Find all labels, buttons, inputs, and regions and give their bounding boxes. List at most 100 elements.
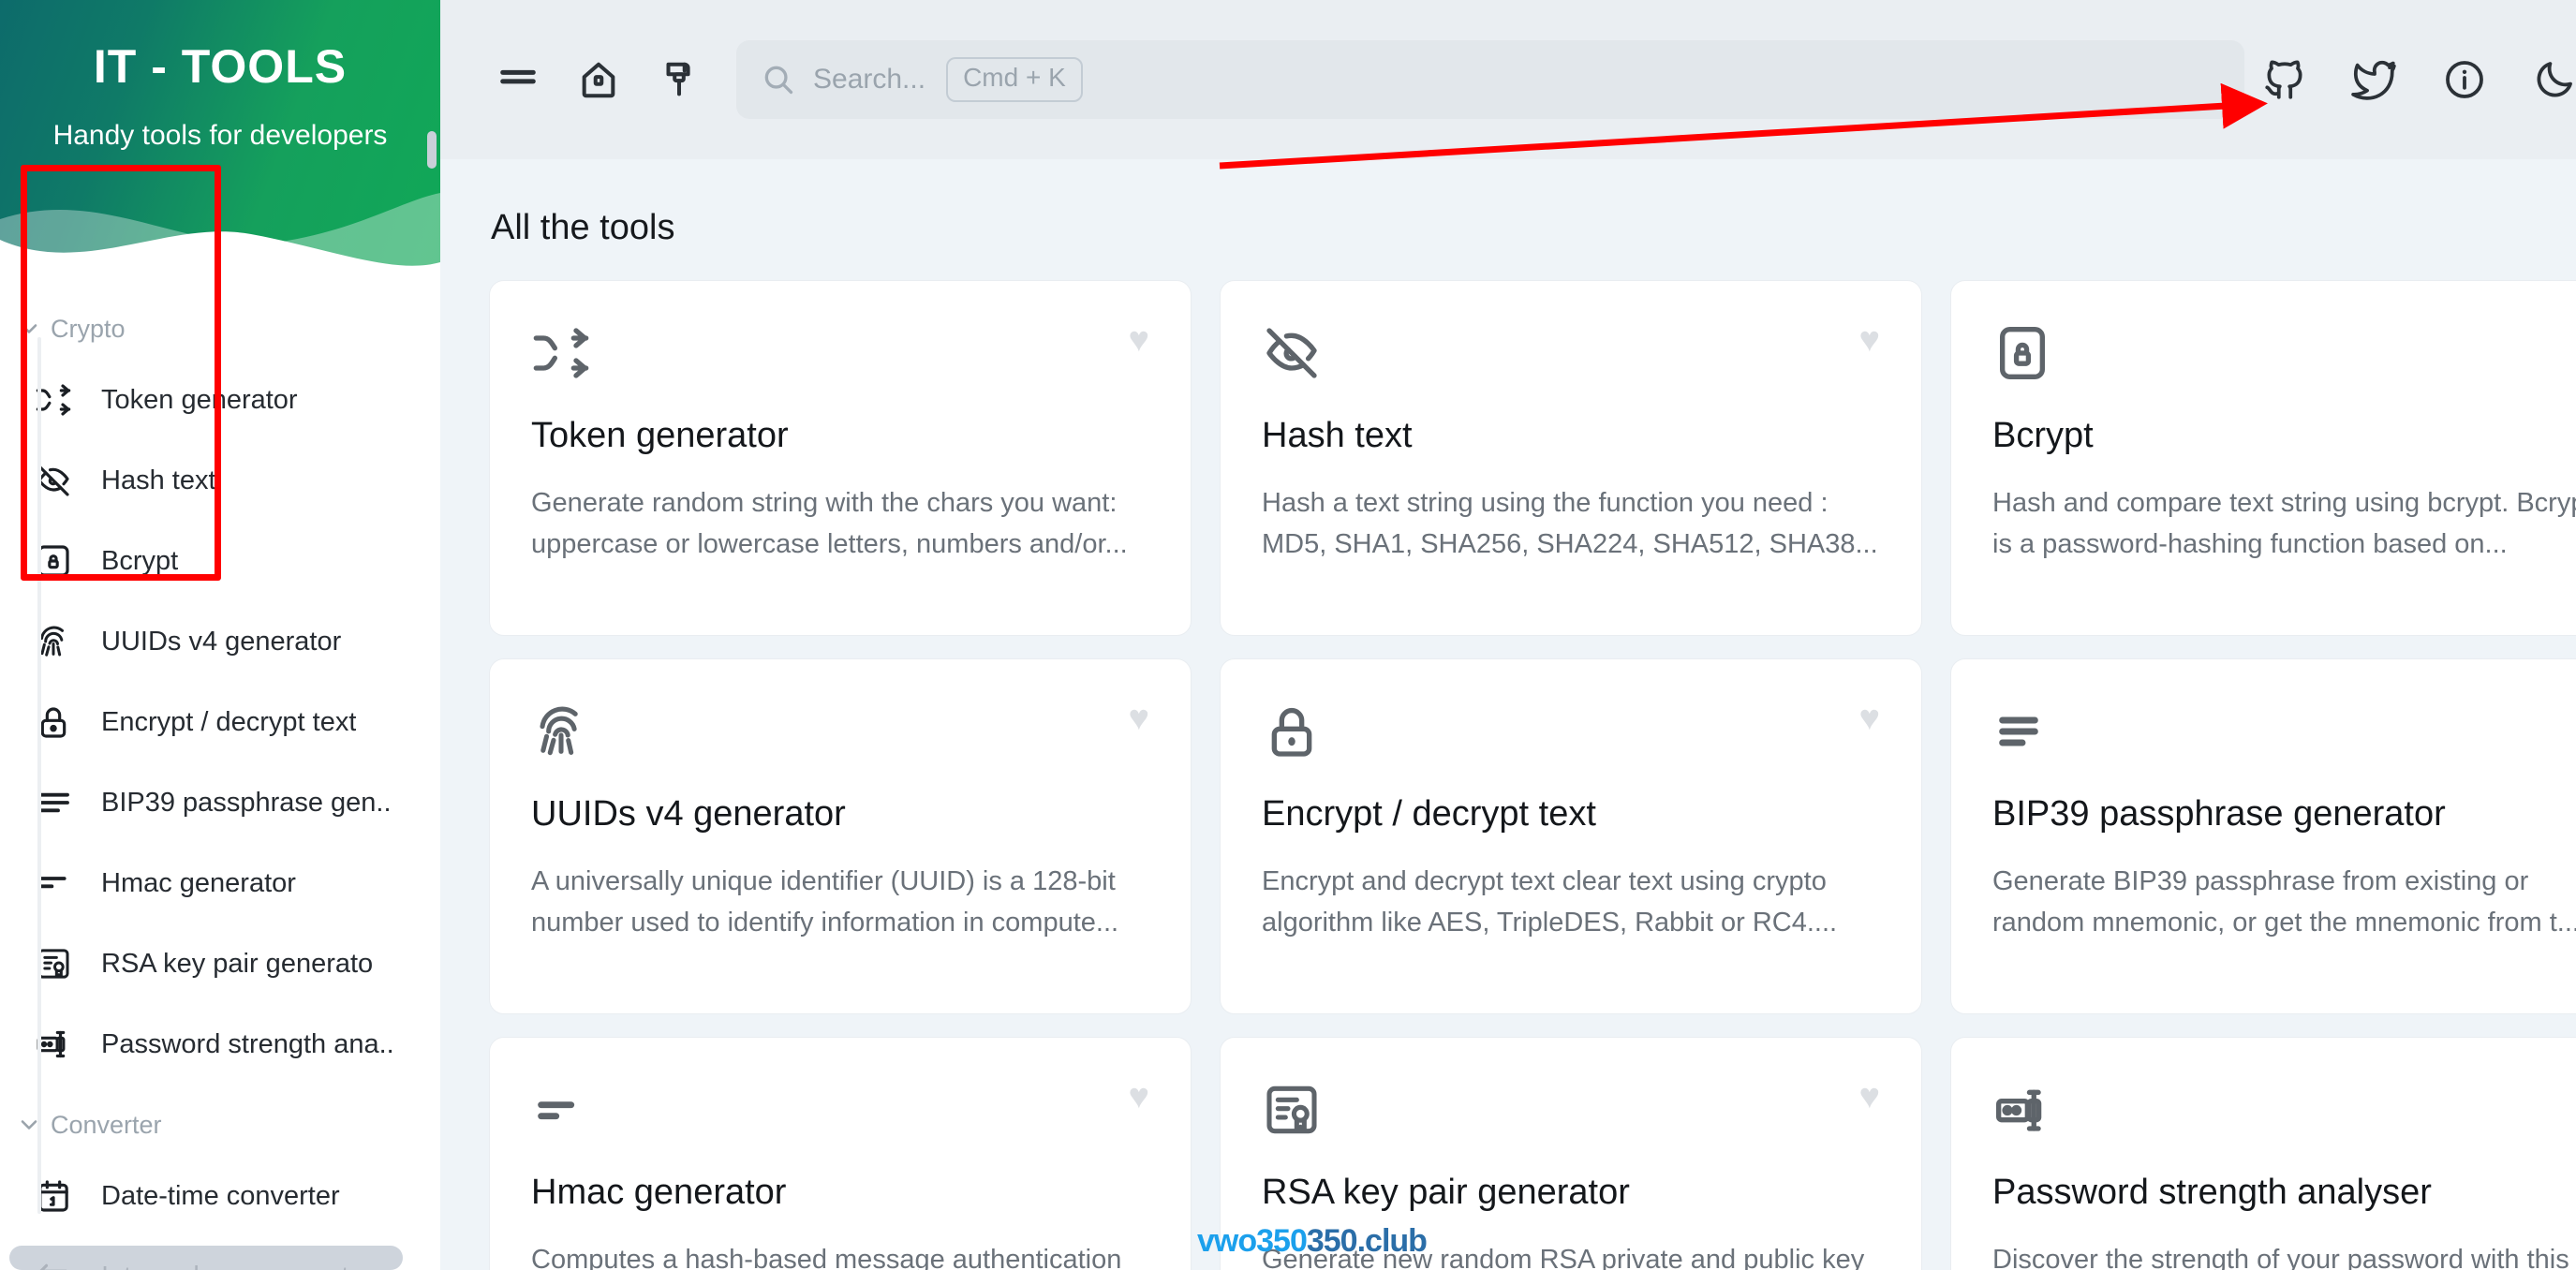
tool-card-hash-text[interactable]: ♥ Hash text Hash a text string using the…	[1220, 280, 1922, 636]
paint-brush-icon[interactable]	[639, 39, 719, 120]
sidebar-item-label: Token generator	[101, 384, 298, 415]
sidebar-edge-scrollbar[interactable]	[427, 131, 437, 169]
card-header: ♥	[1262, 701, 1880, 762]
twitter-icon[interactable]	[2334, 39, 2415, 120]
top-toolbar: Search... Cmd + K Buy me a coffee	[440, 0, 2576, 159]
tools-content: All the tools ♥ Token generator Generate…	[440, 159, 2576, 1270]
github-icon[interactable]	[2244, 39, 2325, 120]
sidebar-item-label: Bcrypt	[101, 545, 179, 576]
lock-square-icon	[1992, 322, 2054, 384]
tool-card-token-generator[interactable]: ♥ Token generator Generate random string…	[489, 280, 1192, 636]
eye-off-icon	[1262, 322, 1324, 384]
page-title: All the tools	[491, 208, 675, 247]
sidebar-item-token-generator[interactable]: Token generator	[0, 360, 440, 440]
sidebar-item-label: BIP39 passphrase gen..	[101, 787, 392, 818]
fingerprint-icon	[531, 701, 593, 762]
search-input[interactable]: Search... Cmd + K	[736, 40, 2244, 119]
home-icon[interactable]	[558, 39, 639, 120]
tool-card-bcrypt[interactable]: ♥ Bcrypt Hash and compare text string us…	[1950, 280, 2576, 636]
card-header: ♥	[531, 322, 1149, 384]
sidebar-item-hmac-generator[interactable]: Hmac generator	[0, 843, 440, 923]
card-header: ♥	[531, 1079, 1149, 1141]
app-root: IT - TOOLS Handy tools for developers Cr…	[0, 0, 2576, 1270]
password-field-icon	[1992, 1079, 2054, 1141]
tool-card-password-strength-analyser[interactable]: ♥ Password strength analyser Discover th…	[1950, 1037, 2576, 1270]
align-lines-icon	[1992, 701, 2054, 762]
tool-title: Hmac generator	[531, 1173, 787, 1212]
tool-title: Encrypt / decrypt text	[1262, 794, 1596, 834]
moon-icon[interactable]	[2514, 39, 2576, 120]
nav-group-crypto: Crypto Token generator Hash text Bcrypt …	[0, 298, 440, 1085]
card-header: ♥	[1262, 1079, 1880, 1141]
tools-grid: ♥ Token generator Generate random string…	[489, 280, 2576, 1270]
hmac-lines-icon	[531, 1079, 593, 1141]
search-placeholder: Search...	[813, 64, 926, 95]
tool-title: RSA key pair generator	[1262, 1173, 1630, 1212]
chevron-down-icon	[7, 316, 51, 342]
tool-card-hmac-generator[interactable]: ♥ Hmac generator Computes a hash-based m…	[489, 1037, 1192, 1270]
sidebar-item-hash-text[interactable]: Hash text	[0, 440, 440, 521]
tool-title: Token generator	[531, 416, 789, 455]
sidebar-nav: Crypto Token generator Hash text Bcrypt …	[0, 281, 440, 1270]
card-header: ♥	[1992, 1079, 2576, 1141]
sidebar-item-encrypt-decrypt-text[interactable]: Encrypt / decrypt text	[0, 682, 440, 762]
sidebar-item-label: UUIDs v4 generator	[101, 626, 342, 657]
sidebar-item-label: Password strength ana..	[101, 1028, 394, 1059]
padlock-icon	[1262, 701, 1324, 762]
tool-card-uuids-v4-generator[interactable]: ♥ UUIDs v4 generator A universally uniqu…	[489, 658, 1192, 1014]
tool-description: Hash and compare text string using bcryp…	[1992, 488, 2576, 560]
favorite-heart-icon[interactable]: ♥	[1128, 322, 1149, 358]
sidebar-item-label: Hmac generator	[101, 867, 296, 898]
nav-group-label: Converter	[51, 1110, 162, 1139]
tool-title: BIP39 passphrase generator	[1992, 794, 2446, 834]
search-icon	[761, 62, 802, 97]
brand-title: IT - TOOLS	[93, 40, 348, 93]
favorite-heart-icon[interactable]: ♥	[1858, 322, 1880, 358]
tool-description: A universally unique identifier (UUID) i…	[531, 866, 1119, 938]
tool-title: Hash text	[1262, 416, 1413, 455]
favorite-heart-icon[interactable]: ♥	[1128, 1079, 1149, 1115]
brand-header: IT - TOOLS Handy tools for developers	[0, 0, 440, 281]
tool-description: Hash a text string using the function yo…	[1262, 488, 1878, 560]
sidebar-item-label: Date-time converter	[101, 1180, 340, 1211]
brand-subtitle: Handy tools for developers	[52, 120, 388, 151]
card-header: ♥	[1992, 322, 2576, 384]
sidebar-item-label: RSA key pair generato	[101, 948, 374, 979]
tool-description: Computes a hash-based message authentica…	[531, 1245, 1122, 1270]
sidebar-item-date-time-converter[interactable]: Date-time converter	[0, 1156, 440, 1236]
tool-description: Encrypt and decrypt text clear text usin…	[1262, 866, 1838, 938]
chevron-down-icon	[7, 1112, 51, 1138]
nav-group-label: Crypto	[51, 314, 126, 343]
favorite-heart-icon[interactable]: ♥	[1858, 1079, 1880, 1115]
sidebar-item-uuids-v4-generator[interactable]: UUIDs v4 generator	[0, 601, 440, 682]
sidebar-item-rsa-key-pair-generator[interactable]: RSA key pair generato	[0, 923, 440, 1004]
tool-title: UUIDs v4 generator	[531, 794, 846, 834]
sidebar-scrollbar-thumb[interactable]	[9, 1246, 403, 1270]
favorite-heart-icon[interactable]: ♥	[1128, 701, 1149, 736]
wave-decoration-white	[0, 231, 440, 281]
info-circle-icon[interactable]	[2424, 39, 2505, 120]
card-header: ♥	[531, 701, 1149, 762]
card-header: ♥	[1262, 322, 1880, 384]
tool-description: Generate random string with the chars yo…	[531, 488, 1128, 560]
tool-description: Generate new random RSA private and publ…	[1262, 1245, 1865, 1270]
certificate-icon	[1262, 1079, 1324, 1141]
favorite-heart-icon[interactable]: ♥	[1858, 701, 1880, 736]
nav-rail	[37, 337, 41, 1214]
toolbar-actions: Buy me a coffee	[2244, 39, 2576, 120]
tool-card-encrypt-decrypt-text[interactable]: ♥ Encrypt / decrypt text Encrypt and dec…	[1220, 658, 1922, 1014]
tool-card-rsa-key-pair-generator[interactable]: ♥ RSA key pair generator Generate new ra…	[1220, 1037, 1922, 1270]
shuffle-icon	[531, 322, 593, 384]
search-shortcut-badge: Cmd + K	[946, 57, 1083, 102]
nav-group-header-converter[interactable]: Converter	[0, 1094, 440, 1156]
sidebar-item-bcrypt[interactable]: Bcrypt	[0, 521, 440, 601]
sidebar-item-label: Hash text	[101, 465, 216, 495]
hamburger-menu-icon[interactable]	[478, 39, 558, 120]
tool-card-bip39-passphrase-generator[interactable]: ♥ BIP39 passphrase generator Generate BI…	[1950, 658, 2576, 1014]
card-header: ♥	[1992, 701, 2576, 762]
sidebar-item-bip39-passphrase-generator[interactable]: BIP39 passphrase gen..	[0, 762, 440, 843]
sidebar-item-password-strength-analyser[interactable]: Password strength ana..	[0, 1004, 440, 1085]
tool-description: Generate BIP39 passphrase from existing …	[1992, 866, 2576, 938]
tool-description: Discover the strength of your password w…	[1992, 1245, 2569, 1270]
nav-group-header-crypto[interactable]: Crypto	[0, 298, 440, 360]
